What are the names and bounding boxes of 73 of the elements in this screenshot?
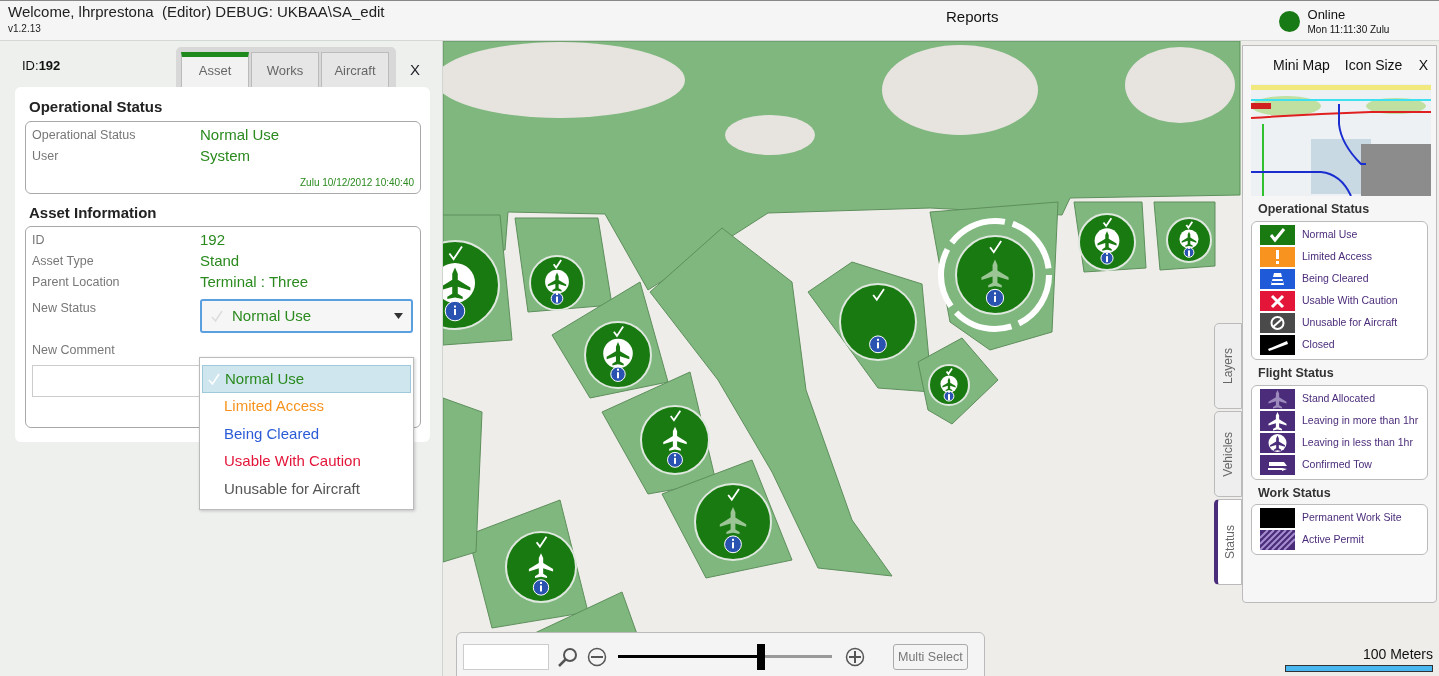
legend-label: Confirmed Tow bbox=[1302, 456, 1372, 472]
multi-select-button[interactable]: Multi Select bbox=[893, 643, 968, 671]
field-value: Stand bbox=[200, 251, 240, 272]
legend-label: Stand Allocated bbox=[1302, 390, 1375, 406]
page-title: Reports bbox=[946, 7, 999, 27]
legend-label: Being Cleared bbox=[1302, 270, 1369, 286]
dropdown-option[interactable]: Usable With Caution bbox=[202, 447, 411, 475]
legend-label: Closed bbox=[1302, 336, 1335, 352]
field-value: System bbox=[200, 145, 250, 166]
field-label: Asset Type bbox=[32, 253, 95, 271]
legend-label: Active Permit bbox=[1302, 532, 1364, 548]
side-tab[interactable]: Vehicles bbox=[1214, 411, 1242, 497]
timestamp: Zulu 10/12/2012 10:40:40 bbox=[299, 175, 414, 190]
stand-marker[interactable] bbox=[443, 240, 500, 330]
field-label: New Comment bbox=[32, 342, 116, 359]
status-dropdown[interactable]: Normal Use bbox=[200, 299, 413, 333]
connection-status: Online bbox=[1307, 7, 1347, 22]
search-icon[interactable] bbox=[557, 646, 579, 668]
field-label: User bbox=[32, 147, 60, 165]
field-value: Terminal : Three bbox=[200, 272, 309, 293]
close-button[interactable]: X bbox=[410, 62, 420, 77]
slider-thumb[interactable] bbox=[757, 644, 766, 670]
icon-size-button[interactable]: Icon Size bbox=[1344, 54, 1403, 76]
stand-marker[interactable] bbox=[529, 255, 585, 311]
tab[interactable]: Works bbox=[251, 52, 319, 87]
legend-heading: Flight Status bbox=[1258, 364, 1335, 382]
section-heading: Asset Information bbox=[29, 202, 158, 223]
comment-field[interactable] bbox=[32, 364, 202, 397]
close-button[interactable]: X bbox=[1418, 54, 1428, 76]
field-label: New Status bbox=[32, 300, 97, 317]
section-heading: Operational Status bbox=[29, 97, 164, 117]
check-icon bbox=[207, 371, 221, 386]
side-tab[interactable]: Layers bbox=[1214, 323, 1242, 409]
legend-label: Permanent Work Site bbox=[1302, 510, 1402, 526]
version-text: v1.2.13 bbox=[8, 22, 42, 36]
legend-label: Leaving in less than 1hr bbox=[1302, 434, 1413, 450]
legend-label: Unusable for Aircraft bbox=[1302, 314, 1398, 330]
scale-label: 100 Meters bbox=[1361, 645, 1433, 664]
field-value: 192 bbox=[200, 230, 226, 251]
legend-heading: Operational Status bbox=[1258, 201, 1371, 218]
legend-label: Normal Use bbox=[1302, 226, 1358, 242]
side-tab[interactable]: Status bbox=[1214, 499, 1242, 585]
tab[interactable]: Aircraft bbox=[321, 52, 389, 87]
search-field[interactable] bbox=[463, 644, 549, 670]
stand-marker[interactable] bbox=[505, 531, 577, 603]
dropdown-option[interactable]: Normal Use bbox=[202, 365, 411, 393]
field-value: Normal Use bbox=[200, 124, 280, 145]
stand-marker[interactable] bbox=[584, 321, 652, 389]
welcome-text: Welcome, lhrprestona (Editor) DEBUG: UKBAA\SA_edit bbox=[8, 3, 386, 21]
zoom-in-icon[interactable] bbox=[845, 647, 865, 667]
field-label: Parent Location bbox=[32, 274, 121, 292]
stand-marker[interactable] bbox=[928, 364, 970, 406]
dropdown-option[interactable]: Unusable for Aircraft bbox=[202, 475, 411, 503]
stand-marker[interactable] bbox=[694, 483, 772, 561]
stand-marker[interactable] bbox=[1166, 217, 1212, 263]
clock-text: Mon 11:11:30 Zulu bbox=[1307, 23, 1390, 37]
stand-marker[interactable] bbox=[1078, 213, 1136, 271]
caret-icon bbox=[394, 313, 403, 319]
mini-map-button[interactable]: Mini Map bbox=[1273, 54, 1330, 76]
legend-label: Leaving in more than 1hr bbox=[1302, 412, 1419, 428]
zoom-slider[interactable] bbox=[618, 644, 832, 670]
stand-marker[interactable] bbox=[839, 283, 917, 361]
field-label: Operational Status bbox=[32, 126, 137, 144]
dropdown-option[interactable]: Being Cleared bbox=[202, 420, 411, 448]
tab[interactable]: Asset bbox=[181, 52, 249, 87]
field-label: ID bbox=[32, 232, 46, 250]
legend-heading: Work Status bbox=[1258, 484, 1332, 502]
asset-id: ID:192 bbox=[21, 56, 62, 75]
legend-label: Usable With Caution bbox=[1302, 292, 1398, 308]
stand-marker[interactable] bbox=[640, 405, 710, 475]
check-icon bbox=[210, 309, 224, 323]
zoom-out-icon[interactable] bbox=[587, 647, 607, 667]
legend-label: Limited Access bbox=[1302, 248, 1373, 264]
